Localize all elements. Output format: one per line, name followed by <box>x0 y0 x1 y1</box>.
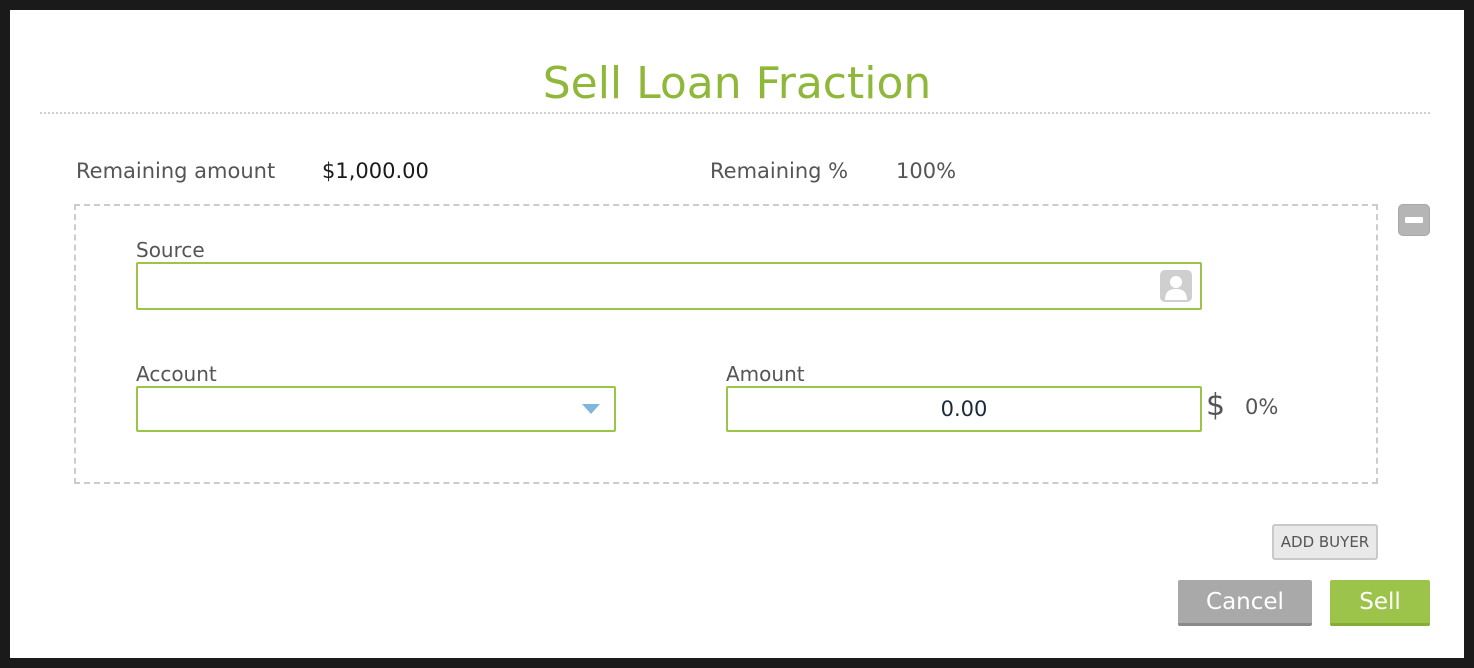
minus-icon <box>1405 217 1423 223</box>
currency-symbol: $ <box>1206 388 1226 423</box>
amount-field <box>726 386 1202 432</box>
account-value[interactable] <box>138 388 614 430</box>
remove-buyer-button[interactable] <box>1398 204 1430 236</box>
remaining-amount-label: Remaining amount <box>76 159 276 183</box>
remaining-pct-label: Remaining % <box>710 159 849 183</box>
person-icon[interactable] <box>1160 270 1192 302</box>
cancel-button[interactable]: Cancel <box>1178 580 1312 626</box>
remaining-pct-value: 100% <box>896 159 957 183</box>
caret-down-icon[interactable] <box>582 404 600 414</box>
sell-loan-fraction-dialog: Sell Loan Fraction Remaining amount $1,0… <box>10 10 1464 658</box>
account-label: Account <box>136 362 217 386</box>
source-input[interactable] <box>138 264 1200 308</box>
amount-label: Amount <box>726 362 805 386</box>
amount-input[interactable] <box>728 388 1200 430</box>
source-label: Source <box>136 238 205 262</box>
add-buyer-button[interactable]: ADD BUYER <box>1272 524 1378 560</box>
dialog-title: Sell Loan Fraction <box>542 58 932 109</box>
account-select[interactable] <box>136 386 616 432</box>
amount-percent: 0% <box>1245 395 1279 419</box>
buyer-section <box>74 204 1378 484</box>
title-divider <box>40 112 1430 114</box>
remaining-amount-value: $1,000.00 <box>322 159 429 183</box>
sell-button[interactable]: Sell <box>1330 580 1430 626</box>
source-field <box>136 262 1202 310</box>
